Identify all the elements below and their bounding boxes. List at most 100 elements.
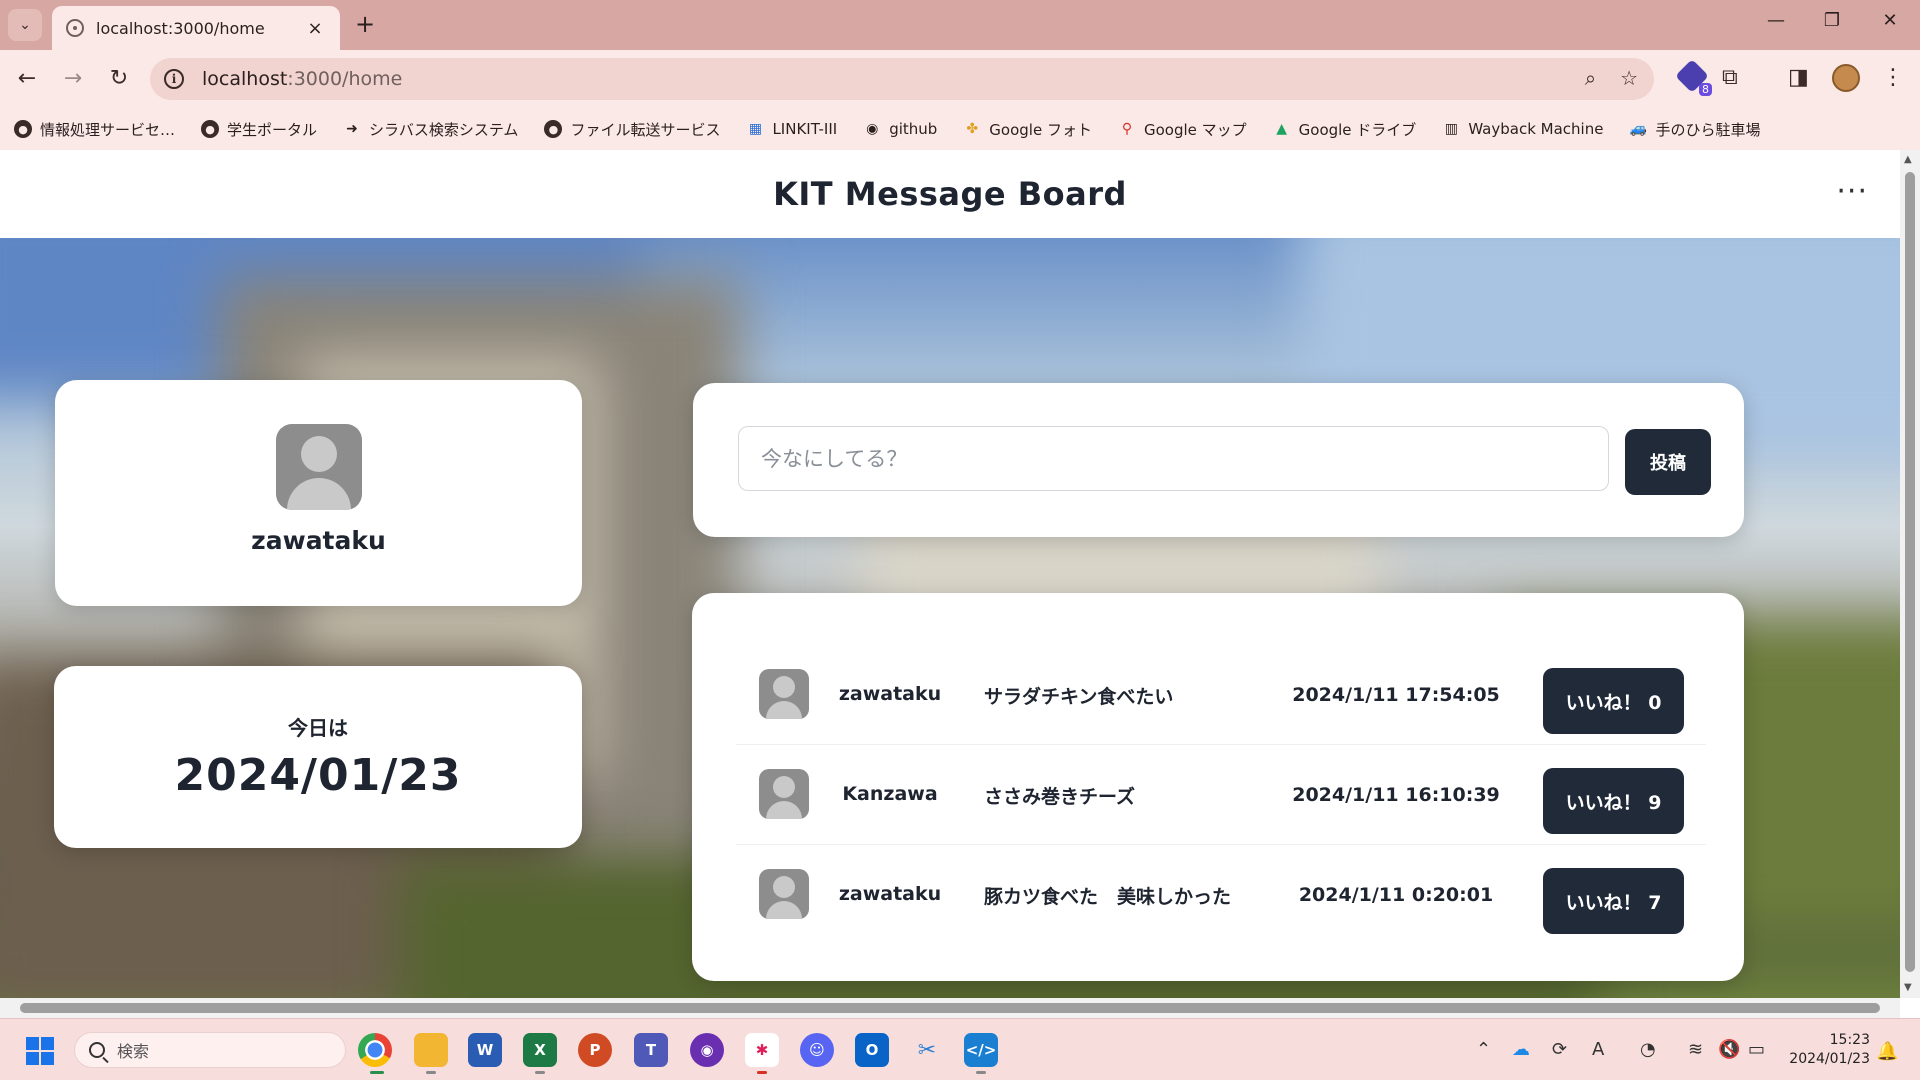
bookmark-item[interactable]: ➜ シラバス検索システム [343,119,518,140]
chrome-icon[interactable] [358,1033,392,1067]
scrollbar-thumb[interactable] [20,1003,1880,1013]
snipping-tool-icon[interactable]: ✂ [910,1033,944,1067]
running-indicator [757,1071,767,1074]
teams-icon[interactable]: T [634,1033,668,1067]
bookmark-item[interactable]: ⚲ Google マップ [1118,119,1247,140]
globe-icon: ● [201,120,220,138]
parking-icon: 🚙 [1629,121,1648,137]
github-icon: ◉ [866,121,879,137]
active-indicator [370,1071,384,1074]
file-explorer-icon[interactable] [414,1033,448,1067]
running-indicator [426,1071,436,1074]
discord-icon[interactable]: ☺ [800,1033,834,1067]
scrollbar-thumb[interactable] [1905,172,1915,972]
tab-favicon-icon [66,19,84,37]
volume-muted-icon[interactable]: 🔇 [1718,1039,1740,1060]
battery-icon[interactable]: ▭ [1748,1039,1765,1060]
app-header: KIT Message Board ··· [0,150,1900,238]
onedrive-icon[interactable]: ☁ [1512,1039,1530,1060]
avatar [759,769,809,819]
restore-icon[interactable]: ❐ [1812,10,1852,31]
bookmark-item[interactable]: ◉ github [863,120,937,138]
back-icon[interactable]: ← [12,64,42,94]
powerpoint-icon[interactable]: P [578,1033,612,1067]
bookmark-star-icon[interactable]: ☆ [1620,66,1638,90]
bookmark-item[interactable]: ▦ LINKIT-III [746,120,837,138]
new-tab-button[interactable]: + [352,12,378,36]
bookmark-item[interactable]: ● 情報処理サービセ… [14,119,175,140]
browser-tab[interactable]: localhost:3000/home × [52,6,340,50]
avatar [276,424,362,510]
extension-icon[interactable]: 8 [1675,59,1712,96]
site-info-icon[interactable]: i [164,69,184,89]
clock-date: 2024/01/23 [1789,1051,1870,1067]
ime-icon[interactable]: A [1592,1039,1604,1060]
side-panel-icon[interactable]: ◨ [1788,65,1809,90]
running-indicator [535,1071,545,1074]
windows-start-icon[interactable] [26,1037,54,1065]
page-viewport: KIT Message Board ··· zawataku 今日は 2024/… [0,150,1900,998]
bookmark-item[interactable]: 🚙 手のひら駐車場 [1629,119,1761,140]
bookmark-item[interactable]: ● 学生ポータル [201,119,317,140]
feed-row: Kanzawa ささみ巻きチーズ 2024/1/11 16:10:39 いいね！… [736,745,1706,845]
system-clock[interactable]: 15:23 2024/01/23 [1780,1031,1870,1069]
sync-icon[interactable]: ⟳ [1552,1039,1567,1060]
like-button[interactable]: いいね！ 0 [1543,668,1684,734]
excel-icon[interactable]: X [523,1033,557,1067]
post-time: 2024/1/11 17:54:05 [1292,684,1500,706]
minimize-icon[interactable]: — [1756,10,1796,31]
profile-avatar[interactable] [1832,64,1860,92]
slack-icon[interactable]: ✱ [745,1033,779,1067]
vscode-icon[interactable]: </> [964,1033,998,1067]
chevron-up-icon[interactable]: ⌃ [1476,1039,1491,1060]
post-message: サラダチキン食べたい [984,686,1174,708]
scroll-down-icon[interactable]: ▼ [1904,982,1912,993]
like-button[interactable]: いいね！ 9 [1543,768,1684,834]
github-desktop-icon[interactable]: ◉ [690,1033,724,1067]
notification-bell-icon[interactable]: 🔔 [1876,1041,1898,1062]
page-title: KIT Message Board [773,175,1127,213]
google-photos-icon: ✤ [966,121,979,137]
taskbar-search[interactable]: 検索 [74,1032,346,1068]
more-menu-icon[interactable]: ··· [1836,174,1868,209]
extensions-puzzle-icon[interactable]: ⧉ [1722,65,1738,90]
url-host: localhost [202,68,288,90]
forward-icon[interactable]: → [58,64,88,94]
tab-search-button[interactable]: ⌄ [8,9,42,41]
horizontal-scrollbar[interactable] [0,998,1900,1018]
today-label: 今日は [288,716,348,740]
reload-icon[interactable]: ↻ [104,64,134,94]
post-input[interactable] [738,426,1609,491]
tab-title: localhost:3000/home [96,18,265,38]
browser-toolbar: ← → ↻ i localhost:3000/home ⌕ ☆ 8 ⧉ ◨ ⋮ [0,50,1920,108]
wayback-icon: ▥ [1444,121,1458,137]
extension-badge-count: 8 [1699,83,1712,96]
bookmark-item[interactable]: ● ファイル転送サービス [544,119,720,140]
kebab-menu-icon[interactable]: ⋮ [1882,65,1904,90]
avatar [759,669,809,719]
post-button[interactable]: 投稿 [1625,429,1711,495]
word-icon[interactable]: W [468,1033,502,1067]
vertical-scrollbar[interactable]: ▲ ▼ [1900,150,1920,998]
bookmark-item[interactable]: ▥ Wayback Machine [1442,120,1604,138]
taskbar-search-label: 検索 [117,1042,150,1061]
close-icon[interactable]: × [304,18,326,39]
post-user: zawataku [838,883,942,905]
address-bar[interactable]: i localhost:3000/home ⌕ ☆ [150,58,1654,100]
profile-card: zawataku [55,380,582,606]
scroll-up-icon[interactable]: ▲ [1904,154,1912,165]
like-button[interactable]: いいね！ 7 [1543,868,1684,934]
bookmark-item[interactable]: ▲ Google ドライブ [1273,119,1416,140]
post-user: Kanzawa [842,783,938,805]
zoom-icon[interactable]: ⌕ [1585,66,1596,90]
window-close-icon[interactable]: ✕ [1870,10,1910,31]
focus-icon[interactable]: ◔ [1640,1039,1656,1060]
globe-icon: ● [14,120,32,138]
wifi-icon[interactable]: ≋ [1688,1039,1703,1060]
bookmarks-bar: ● 情報処理サービセ… ● 学生ポータル ➜ シラバス検索システム ● ファイル転送サー… [0,108,1920,150]
running-indicator [976,1071,986,1074]
browser-tabstrip: ⌄ localhost:3000/home × + — ❐ ✕ [0,0,1920,50]
outlook-icon[interactable]: O [855,1033,889,1067]
bookmark-item[interactable]: ✤ Google フォト [963,119,1092,140]
post-message: ささみ巻きチーズ [984,786,1136,808]
